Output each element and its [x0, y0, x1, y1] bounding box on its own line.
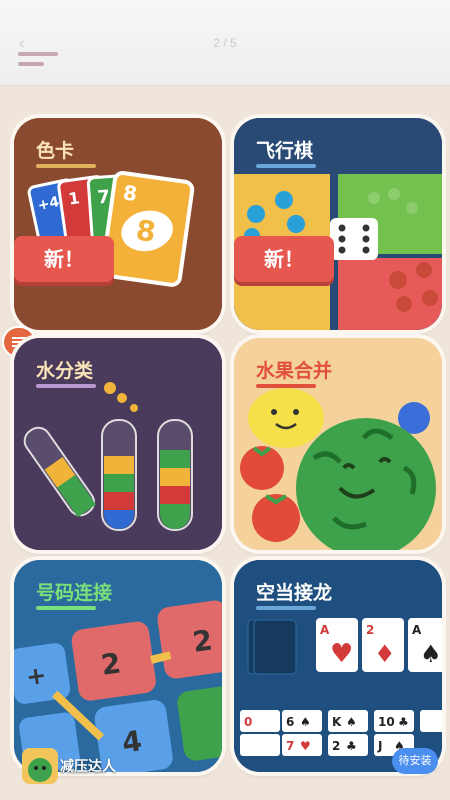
top-bar: ‹ 2 / 5: [0, 0, 450, 86]
card-rank: 10: [378, 715, 395, 729]
game-card-uno[interactable]: +4 1 7 8 8 色卡 新！: [14, 118, 222, 330]
title-underline: [36, 164, 96, 168]
card-title: 色卡: [36, 140, 75, 162]
game-card-ludo[interactable]: 飞行棋 新！: [234, 118, 442, 330]
card-rank: 0: [244, 715, 252, 729]
install-button[interactable]: 待安装: [392, 748, 438, 774]
svg-text:+: +: [24, 661, 48, 692]
page-indicator: 2 / 5: [213, 36, 237, 50]
svg-text:♦: ♦: [374, 640, 396, 668]
card-rank: 2: [366, 623, 374, 637]
card-rank: 6: [286, 715, 294, 729]
card-rank: A: [320, 623, 330, 637]
svg-text:♠: ♠: [346, 715, 357, 729]
svg-text:♠: ♠: [420, 640, 442, 668]
card-rank: K: [332, 715, 342, 729]
card-title: 水果合并: [256, 360, 333, 382]
card-title: 水分类: [36, 360, 94, 382]
new-badge: 新！: [234, 236, 334, 282]
card-title: 飞行棋: [256, 140, 314, 162]
title-underline: [256, 384, 316, 388]
game-card-water-sort[interactable]: 水分类: [14, 338, 222, 550]
ad-app-name: 减压达人: [60, 759, 116, 775]
svg-text:♠: ♠: [300, 715, 311, 729]
menu-lines-icon[interactable]: [18, 52, 58, 72]
game-card-number-connect[interactable]: + 2 2 4 号码连接: [14, 560, 222, 772]
new-badge: 新！: [14, 236, 114, 282]
card-rank: A: [412, 623, 422, 637]
ad-banner[interactable]: 减压达人 待安装: [0, 744, 450, 800]
svg-text:♣: ♣: [398, 715, 409, 729]
svg-text:♥: ♥: [330, 639, 353, 669]
uno-card-label: 7: [97, 187, 111, 209]
game-card-freecell[interactable]: A ♥ 2 ♦ A ♠ 0 6 ♠ K ♠ 10 ♣ 7 ♥ 2 ♣ J ♠ 空…: [234, 560, 442, 772]
card-title: 空当接龙: [256, 582, 333, 604]
app-logo-icon: [22, 748, 58, 784]
card-title: 号码连接: [36, 582, 113, 604]
title-underline: [36, 384, 96, 388]
title-underline: [36, 606, 96, 610]
game-card-fruit-merge[interactable]: 水果合并: [234, 338, 442, 550]
title-underline: [256, 606, 316, 610]
title-underline: [256, 164, 316, 168]
